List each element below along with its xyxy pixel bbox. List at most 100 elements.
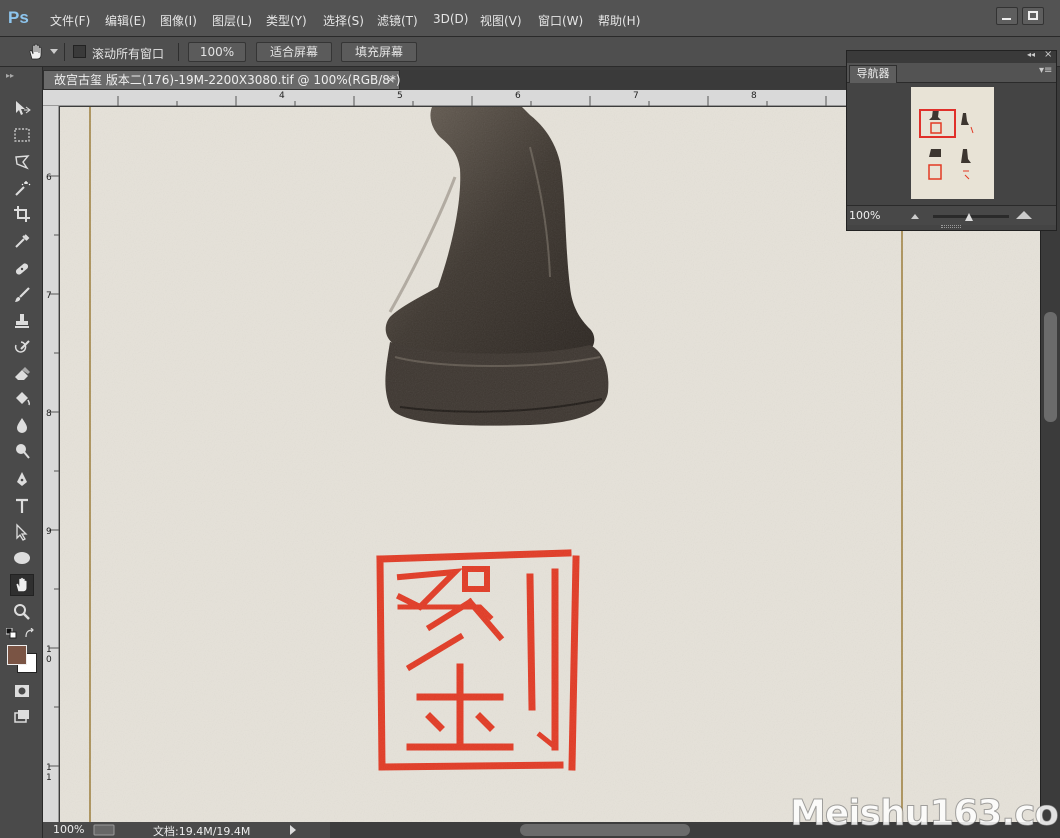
clone-stamp-tool[interactable] <box>10 310 34 332</box>
ruler-v-label: 9 <box>46 527 52 537</box>
eyedropper-tool[interactable] <box>10 230 34 252</box>
menu-view[interactable]: 视图(V) <box>480 12 522 29</box>
ruler-h-label: 6 <box>515 91 521 101</box>
close-panel-icon[interactable]: × <box>1044 49 1052 60</box>
paint-bucket-tool[interactable] <box>10 388 34 410</box>
path-select-tool[interactable] <box>10 521 34 543</box>
blur-tool[interactable] <box>10 414 34 436</box>
toolbox-collapse-icon[interactable]: ▸▸ <box>6 71 14 80</box>
close-icon[interactable]: × <box>386 71 395 89</box>
zoom-out-icon[interactable] <box>909 212 921 220</box>
hand-tool-icon <box>29 43 42 60</box>
menu-bar: Ps 文件(F) 编辑(E) 图像(I) 图层(L) 类型(Y) 选择(S) 滤… <box>0 0 1060 37</box>
history-brush-icon <box>14 340 30 353</box>
default-colors-icon[interactable] <box>6 628 18 640</box>
minimize-button[interactable] <box>996 7 1018 25</box>
status-icon[interactable] <box>93 824 115 836</box>
zoom-icon <box>14 604 30 620</box>
foreground-color-swatch[interactable] <box>7 645 27 665</box>
ellipse-icon <box>14 552 30 564</box>
status-menu-arrow-icon[interactable] <box>289 825 297 835</box>
restore-icon <box>1028 11 1038 20</box>
tool-preset-dropdown-icon[interactable] <box>50 49 58 55</box>
ellipse-tool[interactable] <box>10 547 34 569</box>
fill-screen-button[interactable]: 填充屏幕 <box>341 42 417 62</box>
quick-mask-button[interactable] <box>10 680 34 702</box>
status-zoom[interactable]: 100% <box>53 823 84 836</box>
photoshop-window: Ps 文件(F) 编辑(E) 图像(I) 图层(L) 类型(Y) 选择(S) 滤… <box>0 0 1060 838</box>
document-tab[interactable]: 故宫古玺 版本二(176)-19M-2200X3080.tif @ 100%(R… <box>43 70 401 90</box>
scroll-all-windows-label: 滚动所有窗口 <box>92 47 165 61</box>
marquee-icon <box>14 128 30 142</box>
menu-layer[interactable]: 图层(L) <box>212 12 252 29</box>
pen-icon <box>17 472 27 486</box>
vertical-scroll-thumb[interactable] <box>1044 312 1057 422</box>
navigator-zoom-value[interactable]: 100% <box>849 209 880 222</box>
eraser-tool[interactable] <box>10 363 34 385</box>
menu-3d[interactable]: 3D(D) <box>433 12 468 26</box>
brush-tool[interactable] <box>10 284 34 306</box>
toolbox: ▸▸ <box>0 67 43 838</box>
type-icon <box>16 498 28 513</box>
collapse-panel-icon[interactable]: ◂◂ <box>1027 50 1035 59</box>
type-tool[interactable] <box>10 495 34 517</box>
menu-window[interactable]: 窗口(W) <box>538 12 583 29</box>
menu-file[interactable]: 文件(F) <box>50 12 90 29</box>
fit-screen-button[interactable]: 适合屏幕 <box>256 42 332 62</box>
ruler-v-label: 1 0 <box>46 645 52 665</box>
navigator-header: ◂◂ × <box>847 49 1056 63</box>
scroll-all-windows-checkbox[interactable] <box>73 45 86 58</box>
zoom-100-button[interactable]: 100% <box>188 42 246 62</box>
ruler-v-label: 1 1 <box>46 763 52 783</box>
minimize-icon <box>1002 18 1011 20</box>
zoom-tool[interactable] <box>10 601 34 623</box>
lasso-tool[interactable] <box>10 151 34 173</box>
move-tool[interactable] <box>10 97 34 119</box>
menu-select[interactable]: 选择(S) <box>323 12 364 29</box>
magic-wand-tool[interactable] <box>10 177 34 199</box>
navigator-slider-thumb-icon[interactable] <box>965 211 973 221</box>
menu-type[interactable]: 类型(Y) <box>266 12 307 29</box>
move-icon <box>16 101 31 115</box>
ruler-vertical-ticks <box>49 175 59 767</box>
menu-image[interactable]: 图像(I) <box>160 12 197 29</box>
pen-tool[interactable] <box>10 468 34 490</box>
blur-icon <box>17 418 27 433</box>
magic-wand-icon <box>15 181 31 196</box>
status-bar: 100% 文档:19.4M/19.4M <box>43 822 330 838</box>
zoom-in-icon[interactable] <box>1015 210 1033 220</box>
ruler-h-label: 8 <box>751 91 757 101</box>
eyedropper-icon <box>15 234 30 248</box>
horizontal-scroll-thumb[interactable] <box>520 824 690 836</box>
menu-filter[interactable]: 滤镜(T) <box>377 12 418 29</box>
dodge-tool[interactable] <box>10 440 34 462</box>
screen-mode-button[interactable] <box>10 706 34 728</box>
crop-tool[interactable] <box>10 203 34 225</box>
healing-brush-tool[interactable] <box>10 258 34 280</box>
restore-button[interactable] <box>1022 7 1044 25</box>
watermark: Meishu163.com <box>790 793 1060 835</box>
menu-edit[interactable]: 编辑(E) <box>105 12 146 29</box>
eraser-icon <box>15 367 30 380</box>
hand-icon <box>16 577 27 592</box>
panel-resize-grip[interactable] <box>941 225 961 228</box>
dodge-icon <box>16 444 30 459</box>
navigator-panel: ◂◂ × 导航器 ▾≡ 100% <box>846 49 1057 231</box>
ruler-vertical: 6 7 8 9 1 0 1 1 <box>43 106 59 822</box>
screen-mode-icon <box>14 710 29 723</box>
ruler-h-label: 4 <box>279 91 285 101</box>
navigator-tabbar: 导航器 ▾≡ <box>847 63 1056 83</box>
swap-colors-icon[interactable] <box>24 628 36 640</box>
path-select-icon <box>16 523 28 541</box>
navigator-preview[interactable] <box>911 87 994 199</box>
history-brush-tool[interactable] <box>10 337 34 359</box>
paint-bucket-icon <box>16 392 31 406</box>
hand-tool[interactable] <box>10 574 34 596</box>
panel-menu-icon[interactable]: ▾≡ <box>1039 65 1052 76</box>
document-tab-title: 故宫古玺 版本二(176)-19M-2200X3080.tif @ 100%(R… <box>54 73 401 87</box>
marquee-tool[interactable] <box>10 124 34 146</box>
clone-stamp-icon <box>15 314 29 328</box>
ruler-h-label: 7 <box>633 91 639 101</box>
menu-help[interactable]: 帮助(H) <box>598 12 640 29</box>
tab-navigator[interactable]: 导航器 <box>849 65 897 83</box>
